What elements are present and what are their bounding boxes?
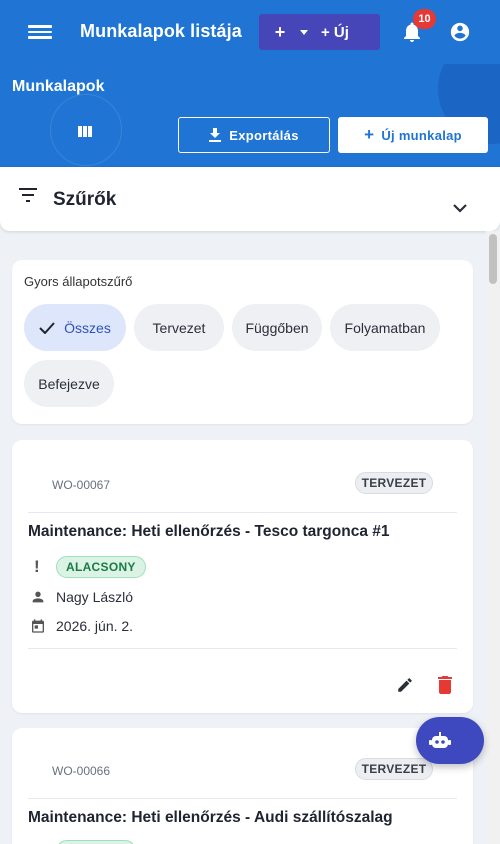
new-work-order-button[interactable]: + Új munkalap [338, 117, 488, 153]
chip-completed[interactable]: Befejezve [24, 360, 114, 407]
chip-label: Befejezve [38, 375, 100, 392]
column-view-icon[interactable] [78, 126, 92, 137]
app-title: Munkalapok listája [80, 21, 242, 41]
chip-label: Tervezet [152, 319, 206, 336]
quick-status-filter: Gyors állapotszűrő Összes Tervezet Függő… [12, 260, 473, 424]
work-order-title[interactable]: Maintenance: Heti ellenőrzés - Tesco tar… [28, 523, 390, 541]
chip-all[interactable]: Összes [24, 304, 126, 351]
chip-label: Folyamatban [344, 319, 426, 336]
plus-icon: + [364, 125, 375, 144]
scrollbar-thumb[interactable] [489, 234, 497, 284]
status-badge: TERVEZET [355, 472, 433, 494]
work-order-id: WO-00067 [52, 478, 111, 492]
page-header: Munkalapok Exportálás + Új munkalap [0, 64, 500, 167]
work-order-card[interactable]: WO-00066 TERVEZET Maintenance: Heti elle… [12, 728, 473, 844]
export-label: Exportálás [229, 127, 299, 143]
priority-icon: ! [34, 557, 40, 576]
account-circle-icon[interactable] [449, 21, 471, 43]
new-work-order-label: Új munkalap [381, 127, 462, 143]
menu-icon[interactable] [28, 22, 52, 42]
chip-label: Összes [64, 319, 111, 336]
new-button-label[interactable]: + Új [321, 24, 349, 41]
filters-title: Szűrők [53, 189, 117, 210]
new-plus-button[interactable]: + [265, 22, 295, 43]
robot-icon [429, 731, 451, 748]
due-date: 2026. jún. 2. [56, 618, 134, 634]
scrollbar-track[interactable] [486, 231, 500, 844]
work-order-title[interactable]: Maintenance: Heti ellenőrzés - Audi szál… [28, 809, 393, 827]
assistant-fab[interactable] [416, 717, 484, 764]
divider [28, 512, 457, 513]
app-bar: Munkalapok listája + + Új 10 [0, 0, 500, 64]
expand-more-icon[interactable] [452, 204, 468, 214]
work-order-id: WO-00066 [52, 764, 111, 778]
filter-icon [19, 188, 37, 202]
divider [28, 798, 457, 799]
download-icon [209, 128, 222, 142]
chip-draft[interactable]: Tervezet [134, 304, 224, 351]
check-icon [39, 321, 55, 334]
chip-pending[interactable]: Függőben [232, 304, 322, 351]
person-icon [32, 591, 44, 603]
assignee-name: Nagy László [56, 589, 134, 605]
priority-badge [56, 840, 136, 844]
quick-status-filter-label: Gyors állapotszűrő [24, 274, 133, 289]
calendar-icon [32, 619, 44, 633]
chip-label: Függőben [245, 319, 309, 336]
edit-icon[interactable] [396, 676, 414, 694]
page-title: Munkalapok [12, 78, 105, 95]
notification-badge: 10 [413, 9, 436, 29]
delete-icon[interactable] [437, 676, 453, 694]
status-badge: TERVEZET [355, 758, 433, 780]
export-button[interactable]: Exportálás [178, 117, 330, 153]
priority-badge: ALACSONY [56, 556, 146, 578]
chip-in-progress[interactable]: Folyamatban [330, 304, 440, 351]
filters-panel-header[interactable]: Szűrők [0, 167, 500, 231]
work-order-card[interactable]: WO-00067 TERVEZET Maintenance: Heti elle… [12, 440, 473, 713]
new-split-button[interactable]: + + Új [259, 14, 380, 50]
chevron-down-icon[interactable] [295, 29, 313, 35]
divider [28, 648, 457, 649]
